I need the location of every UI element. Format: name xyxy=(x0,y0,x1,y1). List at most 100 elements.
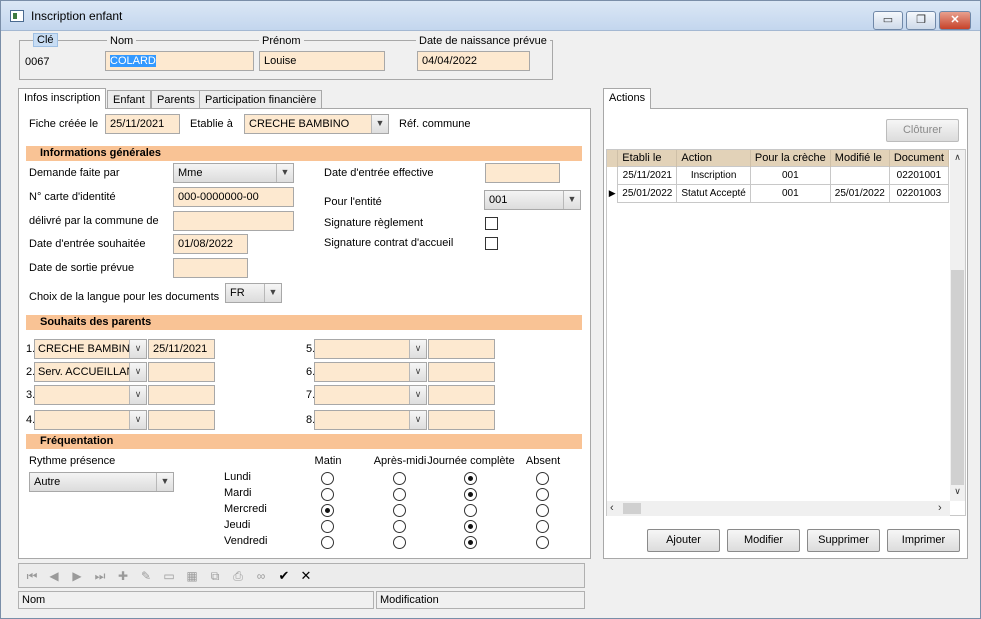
last-record-icon[interactable]: ⏭ xyxy=(92,568,108,584)
chevron-down-icon: ▼ xyxy=(563,191,580,209)
naissance-field[interactable]: 04/04/2022 xyxy=(417,51,530,71)
cell-action: Statut Accepté xyxy=(676,184,751,203)
souhait-date[interactable] xyxy=(428,410,495,430)
cell-etabli: 25/01/2022 xyxy=(617,184,678,203)
freq-radio[interactable] xyxy=(464,536,477,549)
cloturer-button[interactable]: Clôturer xyxy=(886,119,959,142)
demande-select[interactable]: Mme ▼ xyxy=(173,163,294,183)
next-record-icon[interactable]: ▶ xyxy=(69,568,85,584)
freq-radio[interactable] xyxy=(321,504,334,517)
souhait-date[interactable]: 25/11/2021 xyxy=(148,339,215,359)
etablie-select[interactable]: CRECHE BAMBINO ▼ xyxy=(244,114,389,134)
nom-field[interactable]: COLARD xyxy=(105,51,254,71)
scroll-up-icon[interactable]: ∧ xyxy=(952,152,963,163)
freq-radio[interactable] xyxy=(393,504,406,517)
col-modifie[interactable]: Modifié le xyxy=(830,150,890,167)
tab-parents[interactable]: Parents xyxy=(151,90,201,109)
freq-radio[interactable] xyxy=(536,536,549,549)
freq-radio[interactable] xyxy=(393,472,406,485)
supprimer-button[interactable]: Supprimer xyxy=(807,529,880,552)
tab-participation[interactable]: Participation financière xyxy=(199,90,323,109)
prev-record-icon[interactable]: ◀ xyxy=(46,568,62,584)
imprimer-button[interactable]: Imprimer xyxy=(887,529,960,552)
horizontal-scroll-thumb[interactable] xyxy=(623,503,641,514)
freq-radio[interactable] xyxy=(393,520,406,533)
freq-radio[interactable] xyxy=(321,488,334,501)
validate-icon[interactable]: ✔ xyxy=(276,568,292,584)
freq-column-header: Après-midi xyxy=(373,455,427,467)
freq-radio[interactable] xyxy=(536,488,549,501)
scroll-down-icon[interactable]: ∨ xyxy=(952,486,963,497)
freq-column-header: Matin xyxy=(314,455,342,467)
freq-radio[interactable] xyxy=(464,472,477,485)
vertical-scroll-thumb[interactable] xyxy=(951,270,964,485)
col-action[interactable]: Action xyxy=(676,150,751,167)
add-record-icon[interactable]: ✚ xyxy=(115,568,131,584)
souhait-select[interactable]: ∨ xyxy=(314,339,427,359)
souhait-select[interactable]: ∨ xyxy=(314,362,427,382)
delivre-field[interactable] xyxy=(173,211,294,231)
freq-radio[interactable] xyxy=(464,520,477,533)
souhait-select[interactable]: ∨ xyxy=(314,410,427,430)
search-icon[interactable]: ∞ xyxy=(253,568,269,584)
col-document[interactable]: Document xyxy=(889,150,950,167)
first-record-icon[interactable]: ⏮ xyxy=(24,568,40,584)
table-row[interactable]: 25/11/2021 Inscription 001 02201001 xyxy=(607,166,950,185)
souhait-date[interactable] xyxy=(148,410,215,430)
tab-actions[interactable]: Actions xyxy=(603,88,652,109)
scroll-left-icon[interactable]: ‹ xyxy=(610,502,614,514)
restore-button[interactable]: ❐ xyxy=(906,11,936,30)
rythme-select[interactable]: Autre ▼ xyxy=(29,472,174,492)
grid-view-icon[interactable]: ▦ xyxy=(184,568,200,584)
fiche-field[interactable]: 25/11/2021 xyxy=(105,114,180,134)
col-creche[interactable]: Pour la crèche xyxy=(750,150,831,167)
souhait-select[interactable]: CRECHE BAMBINO ∨ xyxy=(34,339,147,359)
delete-record-icon[interactable]: ▭ xyxy=(161,568,177,584)
souhait-select[interactable]: ∨ xyxy=(314,385,427,405)
langue-select[interactable]: FR ▼ xyxy=(225,283,282,303)
ajouter-button[interactable]: Ajouter xyxy=(647,529,720,552)
freq-radio[interactable] xyxy=(321,536,334,549)
modifier-button[interactable]: Modifier xyxy=(727,529,800,552)
freq-radio[interactable] xyxy=(536,472,549,485)
freq-radio[interactable] xyxy=(321,472,334,485)
freq-radio[interactable] xyxy=(536,520,549,533)
tab-enfant[interactable]: Enfant xyxy=(107,90,151,109)
edit-record-icon[interactable]: ✎ xyxy=(138,568,154,584)
sig-contrat-label: Signature contrat d'accueil xyxy=(324,237,454,249)
souhait-date[interactable] xyxy=(428,362,495,382)
cell-creche: 001 xyxy=(749,166,831,185)
entree-effective-field[interactable] xyxy=(485,163,560,183)
chevron-down-icon: ▼ xyxy=(264,284,281,302)
souhait-date[interactable] xyxy=(148,385,215,405)
table-row[interactable]: ▶ 25/01/2022 Statut Accepté 001 25/01/2022 02… xyxy=(607,184,950,203)
sortie-field[interactable] xyxy=(173,258,248,278)
print-icon[interactable]: ⎙ xyxy=(230,568,246,584)
close-button[interactable]: ✕ xyxy=(939,11,971,30)
freq-radio[interactable] xyxy=(393,536,406,549)
freq-radio[interactable] xyxy=(464,488,477,501)
souhait-select[interactable]: ∨ xyxy=(34,385,147,405)
souhait-select[interactable]: Serv. ACCUEILLAN ∨ xyxy=(34,362,147,382)
freq-radio[interactable] xyxy=(393,488,406,501)
freq-radio[interactable] xyxy=(464,504,477,517)
freq-radio[interactable] xyxy=(321,520,334,533)
entite-select[interactable]: 001 ▼ xyxy=(484,190,581,210)
prenom-field[interactable]: Louise xyxy=(259,51,385,71)
filter-icon[interactable]: ⧉ xyxy=(207,568,223,584)
souhait-date[interactable] xyxy=(428,339,495,359)
carte-field[interactable]: 000-0000000-00 xyxy=(173,187,294,207)
sig-reglement-checkbox[interactable] xyxy=(485,217,498,230)
sig-contrat-checkbox[interactable] xyxy=(485,237,498,250)
souhait-date[interactable] xyxy=(148,362,215,382)
horizontal-scrollbar[interactable] xyxy=(607,501,950,516)
col-etabli[interactable]: Etabli le xyxy=(617,150,678,167)
cancel-icon[interactable]: ✕ xyxy=(298,568,314,584)
souhait-date[interactable] xyxy=(428,385,495,405)
entree-souhaitee-field[interactable]: 01/08/2022 xyxy=(173,234,248,254)
minimize-button[interactable]: ▭ xyxy=(873,11,903,30)
tab-infos-inscription[interactable]: Infos inscription xyxy=(18,88,107,109)
souhait-select[interactable]: ∨ xyxy=(34,410,147,430)
freq-radio[interactable] xyxy=(536,504,549,517)
scroll-right-icon[interactable]: › xyxy=(938,502,942,514)
